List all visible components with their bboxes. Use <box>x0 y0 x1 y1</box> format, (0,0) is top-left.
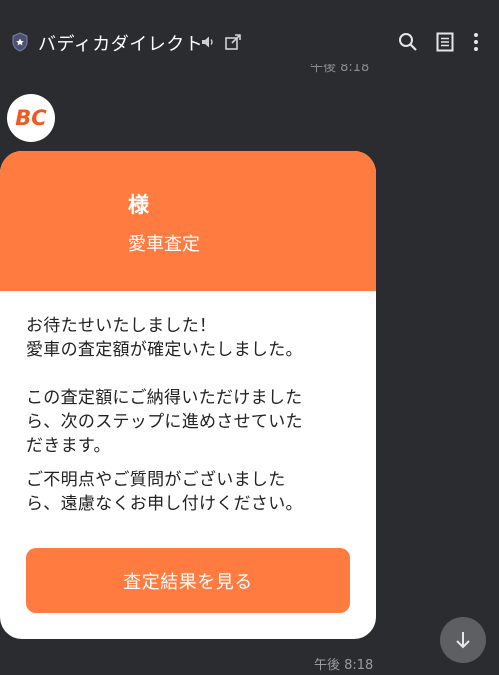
view-assessment-result-button[interactable]: 査定結果を見る <box>26 548 350 613</box>
message-line: ら、遠慮なくお申し付けください。 <box>26 494 303 514</box>
previous-message-time: 午後 8:18 <box>310 64 370 75</box>
chat-title[interactable]: バディカダイレクト <box>38 30 203 56</box>
message-line: ら、次のステップに進めさせていた <box>26 412 303 432</box>
buddica-logo: BC <box>15 106 47 130</box>
scroll-to-bottom-button[interactable] <box>440 617 486 663</box>
message-time: 午後 8:18 <box>314 658 374 673</box>
message-line: 愛車の査定額が確定いたしました。 <box>26 340 303 360</box>
message-line: この査定額にご納得いただけました <box>26 388 303 408</box>
customer-honorific: 様 <box>128 193 149 217</box>
shield-icon <box>12 32 28 52</box>
chat-header: バディカダイレクト <box>0 0 499 64</box>
card-subtitle: 愛車査定 <box>128 234 200 255</box>
message-body: お待たせいたしました！ 愛車の査定額が確定いたしました。 この査定額にご納得いた… <box>26 314 356 516</box>
card-header: 様 愛車査定 <box>0 151 376 291</box>
speaker-icon[interactable] <box>200 34 216 50</box>
message-line: お待たせいたしました！ <box>26 316 217 336</box>
notes-icon[interactable] <box>436 32 454 52</box>
svg-text:BC: BC <box>15 106 47 130</box>
message-card: 様 愛車査定 お待たせいたしました！ 愛車の査定額が確定いたしました。 この査定… <box>0 151 376 639</box>
arrow-down-icon <box>456 632 470 649</box>
external-link-icon[interactable] <box>224 33 242 51</box>
avatar[interactable]: BC <box>7 94 55 142</box>
message-line: だきます。 <box>26 436 111 456</box>
more-vertical-icon[interactable] <box>469 32 483 52</box>
search-icon[interactable] <box>398 32 418 52</box>
message-line: ご不明点やご質問がございました <box>26 470 286 490</box>
